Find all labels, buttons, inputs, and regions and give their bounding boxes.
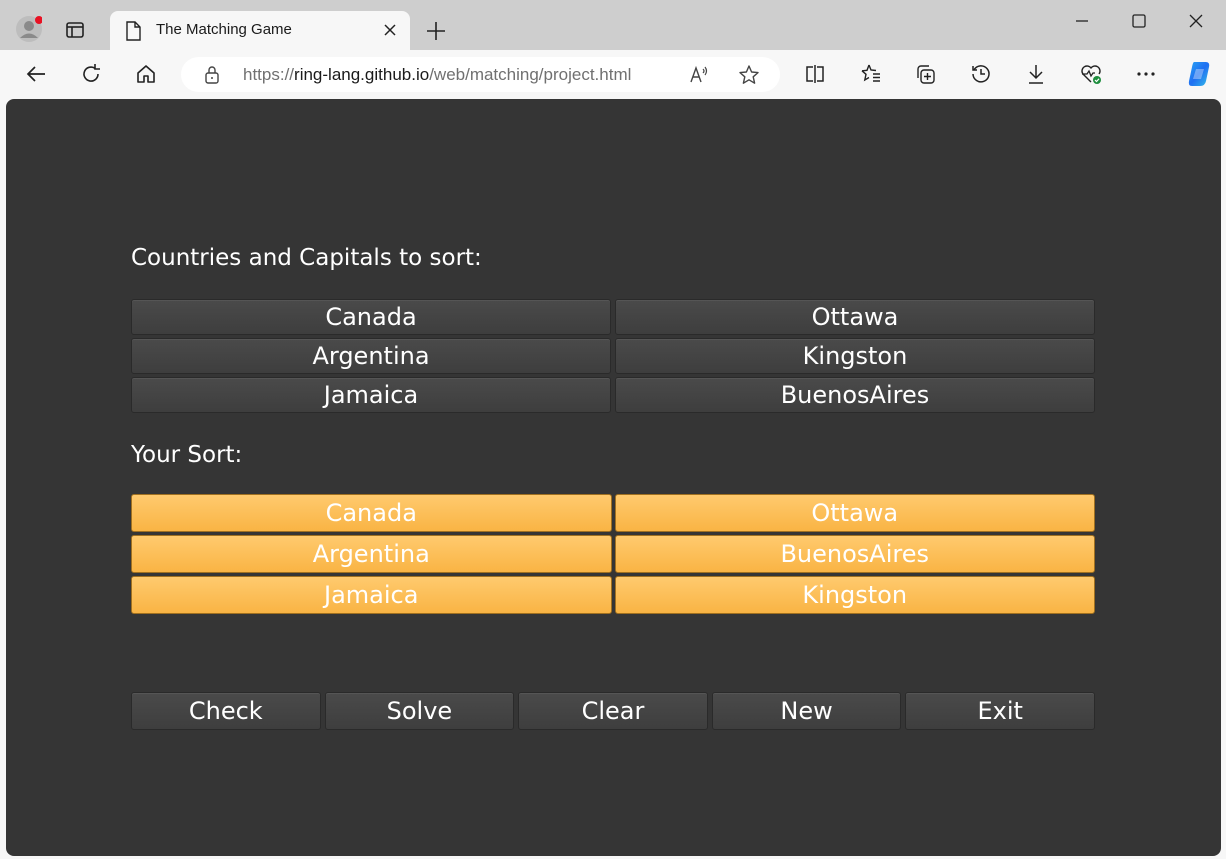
profile-avatar-icon[interactable] [16, 16, 42, 42]
collections-icon[interactable] [914, 62, 938, 86]
tab-the-matching-game[interactable]: The Matching Game [110, 11, 410, 50]
action-buttons: Check Solve Clear New Exit [131, 692, 1095, 730]
close-window-icon[interactable] [1186, 12, 1208, 34]
source-capital-3[interactable]: BuenosAires [615, 377, 1095, 413]
plus-icon[interactable] [425, 20, 447, 42]
exit-button[interactable]: Exit [905, 692, 1095, 730]
clear-button[interactable]: Clear [518, 692, 708, 730]
source-country-1[interactable]: Canada [131, 299, 611, 335]
sorted-country-2[interactable]: Argentina [131, 535, 612, 573]
download-icon[interactable] [1024, 62, 1048, 86]
source-grid: Canada Ottawa Argentina Kingston Jamaica… [131, 299, 1095, 413]
heart-pulse-icon[interactable] [1079, 62, 1103, 86]
your-sort-label: Your Sort: [131, 442, 243, 468]
sorted-capital-3[interactable]: Kingston [614, 576, 1095, 614]
home-icon[interactable] [134, 62, 158, 86]
url-path: /web/matching/project.html [429, 65, 632, 84]
browser-title-bar: The Matching Game [0, 0, 1226, 50]
sorted-grid: Canada Ottawa Argentina BuenosAires Jama… [131, 494, 1095, 614]
sorted-country-1[interactable]: Canada [131, 494, 612, 532]
source-country-2[interactable]: Argentina [131, 338, 611, 374]
source-country-3[interactable]: Jamaica [131, 377, 611, 413]
read-aloud-icon[interactable] [688, 64, 710, 86]
sorted-capital-1[interactable]: Ottawa [614, 494, 1095, 532]
page-icon [124, 21, 142, 41]
maximize-icon[interactable] [1128, 12, 1150, 34]
back-arrow-icon[interactable] [24, 62, 48, 86]
new-button[interactable]: New [711, 692, 902, 730]
copilot-icon[interactable] [1184, 59, 1214, 89]
sorted-country-3[interactable]: Jamaica [131, 576, 612, 614]
sorted-capital-2[interactable]: BuenosAires [614, 535, 1095, 573]
check-button[interactable]: Check [131, 692, 321, 730]
url-text[interactable]: https://ring-lang.github.io/web/matching… [243, 65, 631, 85]
browser-toolbar: https://ring-lang.github.io/web/matching… [0, 50, 1226, 98]
more-icon[interactable] [1134, 62, 1158, 86]
star-icon[interactable] [737, 63, 761, 87]
lock-icon[interactable] [203, 65, 221, 85]
source-capital-2[interactable]: Kingston [615, 338, 1095, 374]
minimize-icon[interactable] [1071, 12, 1093, 34]
address-bar[interactable]: https://ring-lang.github.io/web/matching… [181, 57, 780, 92]
page-viewport: Countries and Capitals to sort: Canada O… [6, 99, 1221, 856]
split-screen-icon[interactable] [803, 62, 827, 86]
refresh-icon[interactable] [79, 62, 103, 86]
favorites-icon[interactable] [859, 62, 883, 86]
url-host: ring-lang.github.io [294, 65, 430, 84]
tab-title: The Matching Game [156, 21, 292, 38]
solve-button[interactable]: Solve [324, 692, 515, 730]
url-scheme: https:// [243, 65, 295, 84]
source-label: Countries and Capitals to sort: [131, 245, 482, 271]
close-tab-icon[interactable] [382, 22, 398, 38]
tab-actions-icon[interactable] [64, 19, 86, 41]
history-icon[interactable] [969, 62, 993, 86]
source-capital-1[interactable]: Ottawa [615, 299, 1095, 335]
